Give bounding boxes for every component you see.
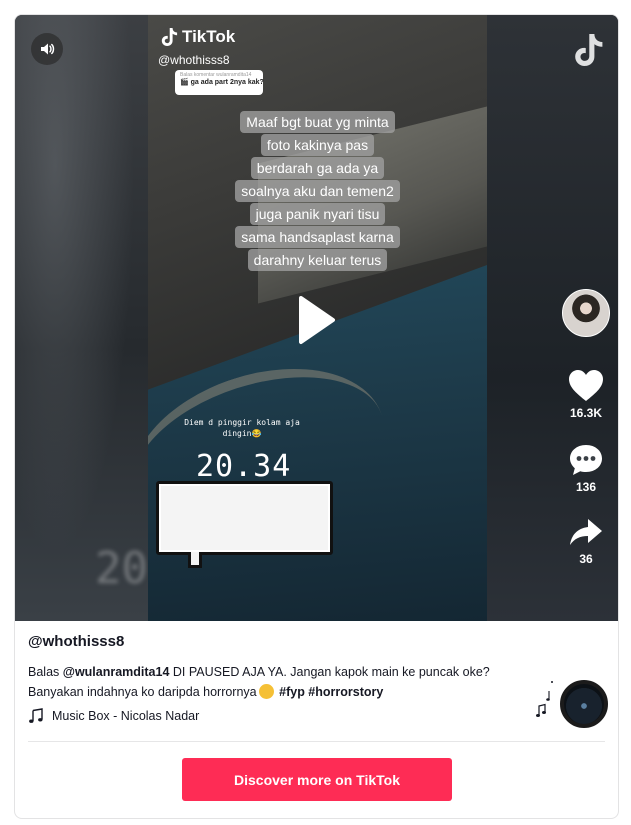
video-stage[interactable]: 20 TikTok @whothisss8 Balas komentar wul…: [15, 15, 618, 621]
hashtag-links[interactable]: #fyp #horrorstory: [279, 685, 383, 699]
discover-more-button[interactable]: Discover more on TikTok: [182, 758, 452, 801]
video-overlay-note: Diem d pinggir kolam aja dingin😂: [172, 417, 312, 439]
pixel-speech-bubble: [156, 481, 333, 555]
tiktok-logo-icon: [575, 34, 603, 66]
video-watermark: TikTok: [160, 27, 235, 47]
caption-line: soalnya aku dan temen2: [235, 180, 400, 202]
speaker-icon: [41, 43, 55, 55]
tiktok-logo-icon: [161, 28, 178, 46]
share-count: 36: [579, 552, 593, 566]
share-icon: [570, 519, 602, 545]
pixel-speech-bubble-tail: [188, 552, 202, 568]
video-frame[interactable]: TikTok @whothisss8 Balas komentar wulanr…: [148, 15, 487, 621]
comment-count: 136: [575, 480, 597, 494]
watermark-brand: TikTok: [182, 27, 236, 46]
caption-line: juga panik nyari tisu: [249, 203, 386, 225]
creator-avatar[interactable]: [562, 289, 610, 337]
comment-button[interactable]: 136: [561, 443, 611, 494]
post-description: Balas @wulanramdita14 DI PAUSED AJA YA. …: [28, 662, 538, 702]
caption-line: berdarah ga ada ya: [250, 157, 385, 179]
music-disc[interactable]: [560, 680, 608, 728]
caption-line: sama handsaplast karna: [235, 226, 400, 248]
tiktok-corner-logo[interactable]: [572, 31, 604, 69]
video-caption: Maaf bgt buat yg minta foto kakinya pas …: [148, 111, 487, 271]
like-button[interactable]: 16.3K: [561, 369, 611, 420]
post-username[interactable]: @whothisss8: [28, 633, 124, 650]
desc-prefix: Balas: [28, 665, 63, 679]
heart-icon: [569, 370, 603, 401]
music-link[interactable]: Music Box - Nicolas Nadar: [28, 708, 199, 724]
caption-line: darahny keluar terus: [247, 249, 388, 271]
divider: [28, 741, 605, 742]
blurred-number: 20: [95, 543, 148, 594]
share-button[interactable]: 36: [561, 515, 611, 566]
overlay-note-line: Diem d pinggir kolam aja: [184, 418, 300, 427]
reply-sticker: Balas komentar wulanramdita14 🎬 ga ada p…: [175, 70, 264, 95]
play-icon[interactable]: [298, 295, 336, 345]
music-title: Music Box - Nicolas Nadar: [52, 709, 200, 723]
temperature-readout: 20.34: [196, 449, 292, 484]
sound-toggle-button[interactable]: [31, 33, 63, 65]
caption-line: Maaf bgt buat yg minta: [240, 111, 395, 133]
music-note-icon: [29, 708, 43, 723]
blurred-backdrop-left: 20: [15, 15, 148, 621]
smiling-face-emoji-icon: [258, 684, 274, 699]
reply-sticker-text: 🎬 ga ada part 2nya kak?: [180, 79, 264, 86]
floating-notes-icon: [536, 681, 553, 717]
comment-icon: [570, 445, 602, 475]
watermark-handle: @whothisss8: [158, 53, 230, 67]
caption-line: foto kakinya pas: [260, 134, 375, 156]
like-count: 16.3K: [569, 406, 603, 420]
overlay-note-line: dingin😂: [222, 429, 262, 438]
tiktok-embed-card: 20 TikTok @whothisss8 Balas komentar wul…: [14, 14, 619, 819]
mention-link[interactable]: @wulanramdita14: [63, 665, 170, 679]
